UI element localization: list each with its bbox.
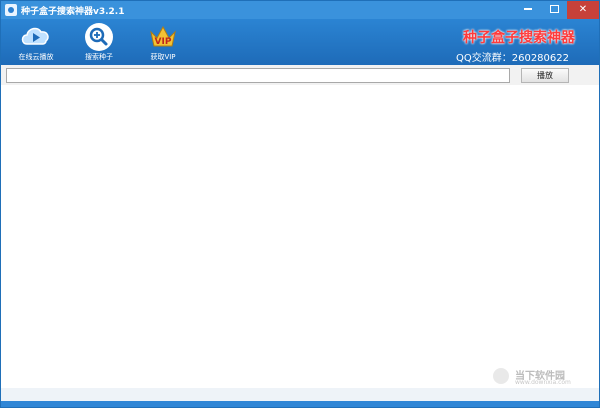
close-button[interactable]: ✕ [567,1,599,19]
url-input[interactable] [6,68,510,83]
online-cloud-play-button[interactable]: 在线云播放 [6,19,66,65]
search-torrent-button[interactable]: 搜索种子 [69,19,129,65]
brand-title: 种子盒子搜索神器 [463,30,575,46]
vip-crown-icon: VIP [148,22,178,54]
app-window: 种子盒子搜索神器v3.2.1 ✕ 在线云播放 搜索种子 VIP 获取VIP 种子… [0,0,600,408]
toolbar-label-search: 搜索种子 [85,53,113,61]
watermark: 当下软件园 www.downxia.com [493,367,593,386]
status-bar [1,388,599,401]
toolbar: 在线云播放 搜索种子 VIP 获取VIP 种子盒子搜索神器 QQ交流群：2602… [1,19,599,65]
toolbar-label-vip: 获取VIP [150,53,176,61]
maximize-button[interactable] [541,1,567,19]
window-title: 种子盒子搜索神器v3.2.1 [21,7,125,17]
watermark-url: www.downxia.com [515,379,571,386]
minimize-icon [524,8,532,10]
window-bottom-border [1,401,599,407]
cloud-play-icon [19,22,53,54]
maximize-icon [549,5,559,13]
address-bar: 播放 [1,65,599,85]
watermark-logo-icon [493,368,509,384]
app-logo-icon [5,4,17,16]
get-vip-button[interactable]: VIP 获取VIP [133,19,193,65]
content-area: 当下软件园 www.downxia.com [1,85,599,388]
magnifier-icon [83,22,115,56]
play-button[interactable]: 播放 [521,68,569,83]
toolbar-label-play: 在线云播放 [18,53,54,61]
minimize-button[interactable] [515,1,541,19]
close-icon: ✕ [578,4,588,15]
title-bar[interactable]: 种子盒子搜索神器v3.2.1 ✕ [1,1,599,19]
qq-group-text: QQ交流群：260280622 [455,53,569,64]
svg-text:VIP: VIP [155,37,172,47]
